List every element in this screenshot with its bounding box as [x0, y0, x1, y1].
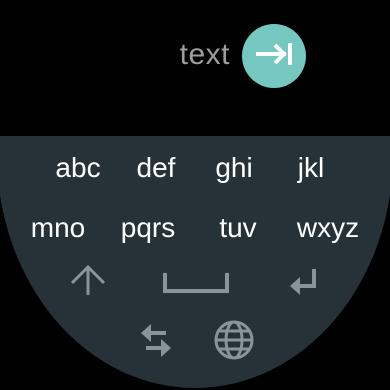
key-tuv[interactable]: tuv: [193, 206, 283, 250]
keyboard-keys: abc def ghi jkl mno pqrs tuv wxyz: [0, 0, 390, 390]
enter-return-icon: [286, 266, 322, 303]
space-key[interactable]: [160, 260, 232, 308]
key-mno[interactable]: mno: [13, 206, 103, 250]
key-pqrs[interactable]: pqrs: [103, 206, 193, 250]
globe-icon: [213, 319, 255, 366]
language-key[interactable]: [206, 318, 262, 366]
key-def[interactable]: def: [111, 146, 201, 190]
key-jkl[interactable]: jkl: [266, 146, 356, 190]
switch-keyboard-key[interactable]: [128, 318, 184, 366]
space-bar-icon: [163, 269, 229, 300]
enter-key[interactable]: [276, 260, 332, 308]
key-wxyz[interactable]: wxyz: [283, 206, 373, 250]
key-abc[interactable]: abc: [33, 146, 123, 190]
shift-key[interactable]: [60, 258, 116, 306]
watch-screen: text abc def ghi jkl mno pqrs tuv wxyz: [0, 0, 390, 390]
swap-arrows-icon: [136, 320, 176, 365]
shift-arrow-icon: [68, 262, 108, 303]
